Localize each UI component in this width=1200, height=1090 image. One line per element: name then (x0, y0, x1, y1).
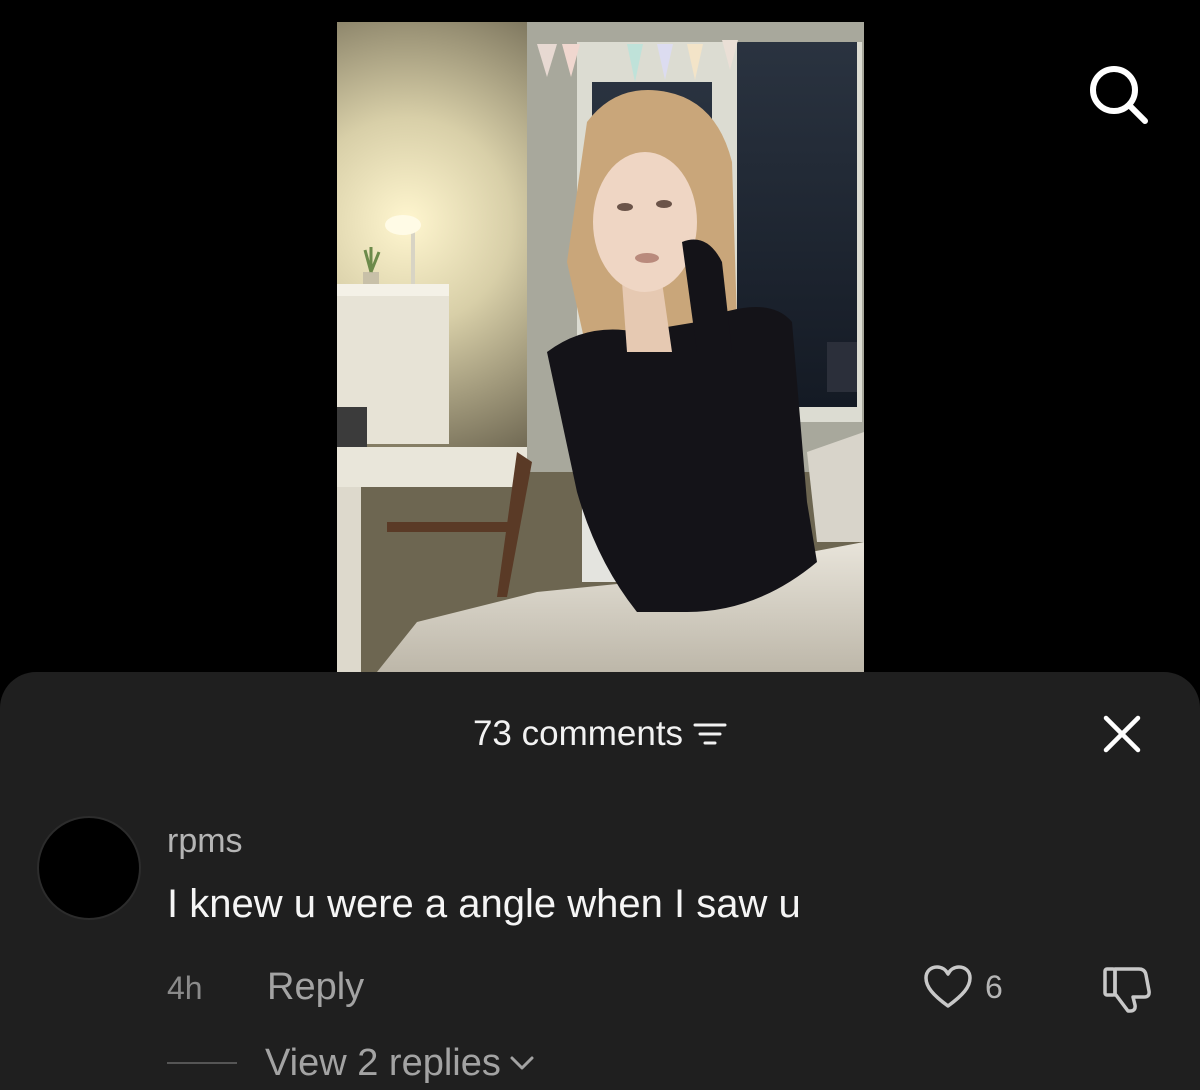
comments-count-label: 73 comments (472, 714, 684, 753)
search-icon (1090, 66, 1148, 124)
close-icon (1103, 715, 1141, 753)
like-button[interactable]: 6 (923, 964, 1003, 1010)
like-count: 6 (985, 968, 1003, 1005)
replies-divider (167, 1062, 237, 1064)
comment-username[interactable]: rpms (167, 822, 243, 861)
close-comments-button[interactable] (1098, 710, 1146, 758)
replies-row: View 2 replies (167, 1040, 535, 1086)
comments-sheet: 73 comments rpms I knew u were a angle w… (0, 672, 1200, 1090)
app-screen: 73 comments rpms I knew u were a angle w… (0, 0, 1200, 1090)
view-replies-button[interactable]: View 2 replies (265, 1042, 535, 1085)
comments-header: 73 comments (0, 710, 1200, 758)
filter-lines-icon (693, 723, 727, 745)
heart-icon (924, 965, 972, 1008)
comment-timestamp: 4h (167, 970, 203, 1006)
chevron-down-icon (510, 1056, 534, 1070)
reply-button[interactable]: Reply (267, 966, 364, 1009)
view-replies-label: View 2 replies (265, 1041, 501, 1084)
video-player[interactable] (337, 22, 864, 672)
thumbs-down-icon (1103, 967, 1151, 1013)
comment-actions: 4h Reply 6 (167, 964, 1167, 1014)
dislike-button[interactable] (1099, 964, 1155, 1014)
comments-sort-button[interactable]: 73 comments (473, 714, 727, 754)
avatar[interactable] (37, 816, 141, 920)
video-frame-image (337, 22, 864, 672)
search-button[interactable] (1082, 58, 1154, 130)
comment-text: I knew u were a angle when I saw u (167, 882, 801, 926)
